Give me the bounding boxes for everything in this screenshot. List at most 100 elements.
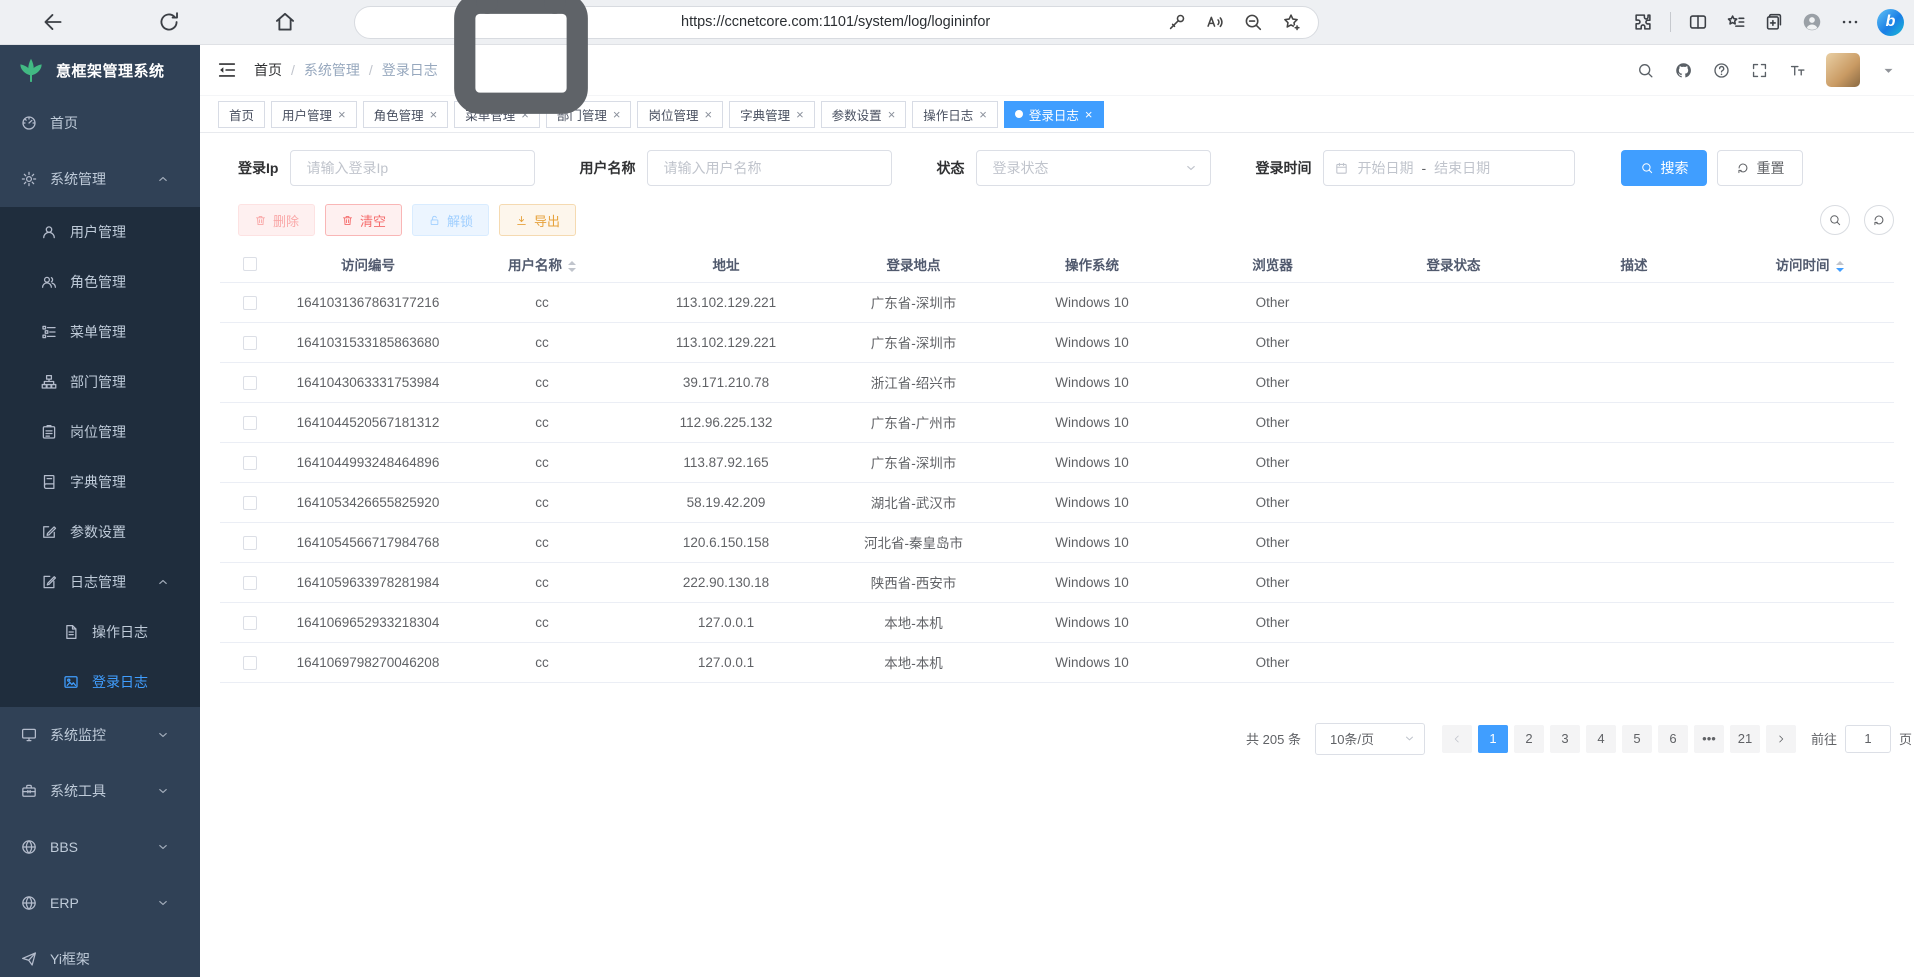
filter-select-状态[interactable]: 登录状态: [976, 150, 1211, 186]
table-row[interactable]: 1641044993248464896cc113.87.92.165广东省-深圳…: [220, 442, 1894, 482]
address-bar[interactable]: https://ccnetcore.com:1101/system/log/lo…: [354, 6, 1319, 39]
sidebar-item-日志管理[interactable]: 日志管理: [0, 557, 200, 607]
more-icon[interactable]: [1839, 11, 1861, 33]
tab-close-icon[interactable]: ×: [796, 108, 804, 121]
add-favorite-icon[interactable]: [1280, 11, 1302, 33]
tab-参数设置[interactable]: 参数设置×: [821, 101, 907, 128]
清空-button[interactable]: 清空: [325, 204, 402, 236]
row-checkbox[interactable]: [243, 336, 257, 350]
sidebar-item-字典管理[interactable]: 字典管理: [0, 457, 200, 507]
search-button[interactable]: 搜索: [1621, 150, 1707, 186]
sidebar-item-岗位管理[interactable]: 岗位管理: [0, 407, 200, 457]
fullscreen-icon[interactable]: [1750, 61, 1769, 80]
tab-close-icon[interactable]: ×: [1085, 108, 1093, 121]
sidebar-item-菜单管理[interactable]: 菜单管理: [0, 307, 200, 357]
tab-close-icon[interactable]: ×: [704, 108, 712, 121]
row-checkbox[interactable]: [243, 376, 257, 390]
home-icon[interactable]: [272, 9, 298, 35]
font-size-icon[interactable]: [1788, 61, 1807, 80]
split-screen-icon[interactable]: [1687, 11, 1709, 33]
row-checkbox[interactable]: [243, 656, 257, 670]
sidebar-item-参数设置[interactable]: 参数设置: [0, 507, 200, 557]
row-checkbox[interactable]: [243, 416, 257, 430]
next-page-button[interactable]: [1766, 725, 1796, 753]
key-icon[interactable]: [1166, 11, 1188, 33]
breadcrumb-item[interactable]: 首页: [254, 60, 282, 80]
table-row[interactable]: 1641031367863177216cc113.102.129.221广东省-…: [220, 282, 1894, 322]
copilot-icon[interactable]: b: [1877, 9, 1904, 36]
sidebar-item-ERP[interactable]: ERP: [0, 875, 200, 931]
row-checkbox[interactable]: [243, 616, 257, 630]
sidebar-item-登录日志[interactable]: 登录日志: [0, 657, 200, 707]
tab-close-icon[interactable]: ×: [888, 108, 896, 121]
table-row[interactable]: 1641069652933218304cc127.0.0.1本地-本机Windo…: [220, 602, 1894, 642]
sidebar-item-系统监控[interactable]: 系统监控: [0, 707, 200, 763]
app-logo[interactable]: 意框架管理系统: [0, 45, 200, 95]
tab-操作日志[interactable]: 操作日志×: [912, 101, 998, 128]
table-row[interactable]: 1641031533185863680cc113.102.129.221广东省-…: [220, 322, 1894, 362]
favorites-icon[interactable]: [1725, 11, 1747, 33]
sidebar-item-部门管理[interactable]: 部门管理: [0, 357, 200, 407]
row-checkbox[interactable]: [243, 536, 257, 550]
tab-字典管理[interactable]: 字典管理×: [729, 101, 815, 128]
sidebar-item-系统管理[interactable]: 系统管理: [0, 151, 200, 207]
select-all-checkbox[interactable]: [243, 257, 257, 271]
tab-close-icon[interactable]: ×: [979, 108, 987, 121]
site-permissions-icon[interactable]: [371, 0, 671, 172]
filter-daterange[interactable]: 开始日期-结束日期: [1323, 150, 1575, 186]
row-checkbox[interactable]: [243, 456, 257, 470]
reset-button[interactable]: 重置: [1717, 150, 1803, 186]
tab-登录日志[interactable]: 登录日志×: [1004, 101, 1104, 128]
sidebar-item-角色管理[interactable]: 角色管理: [0, 257, 200, 307]
row-checkbox[interactable]: [243, 496, 257, 510]
table-row[interactable]: 1641059633978281984cc222.90.130.18陕西省-西安…: [220, 562, 1894, 602]
user-avatar[interactable]: [1826, 53, 1860, 87]
page-button-21[interactable]: 21: [1730, 725, 1760, 753]
refresh-toggle-button[interactable]: [1864, 205, 1894, 235]
table-row[interactable]: 1641043063331753984cc39.171.210.78浙江省-绍兴…: [220, 362, 1894, 402]
sidebar-item-用户管理[interactable]: 用户管理: [0, 207, 200, 257]
sort-control[interactable]: [1836, 261, 1844, 272]
back-icon[interactable]: [40, 9, 66, 35]
page-button-2[interactable]: 2: [1514, 725, 1544, 753]
search-toggle-button[interactable]: [1820, 205, 1850, 235]
profile-icon[interactable]: [1801, 11, 1823, 33]
tab-用户管理[interactable]: 用户管理×: [271, 101, 357, 128]
page-button-5[interactable]: 5: [1622, 725, 1652, 753]
table-row[interactable]: 1641069798270046208cc127.0.0.1本地-本机Windo…: [220, 642, 1894, 682]
column-header-访问时间[interactable]: 访问时间: [1725, 246, 1894, 282]
row-checkbox[interactable]: [243, 296, 257, 310]
reload-icon[interactable]: [156, 9, 182, 35]
导出-button[interactable]: 导出: [499, 204, 576, 236]
sidebar-item-Yi框架[interactable]: Yi框架: [0, 931, 200, 977]
collections-icon[interactable]: [1763, 11, 1785, 33]
zoom-out-icon[interactable]: [1242, 11, 1264, 33]
column-header-用户名称[interactable]: 用户名称: [456, 246, 628, 282]
prev-page-button[interactable]: [1442, 725, 1472, 753]
github-icon[interactable]: [1674, 61, 1693, 80]
filter-input-用户名称[interactable]: [648, 151, 891, 185]
page-button-6[interactable]: 6: [1658, 725, 1688, 753]
sidebar-item-BBS[interactable]: BBS: [0, 819, 200, 875]
page-button-3[interactable]: 3: [1550, 725, 1580, 753]
help-icon[interactable]: [1712, 61, 1731, 80]
table-row[interactable]: 1641053426655825920cc58.19.42.209湖北省-武汉市…: [220, 482, 1894, 522]
table-row[interactable]: 1641044520567181312cc112.96.225.132广东省-广…: [220, 402, 1894, 442]
fold-icon[interactable]: [216, 59, 238, 81]
page-button-•••[interactable]: •••: [1694, 725, 1724, 753]
sidebar-collapse-icon[interactable]: [216, 59, 238, 81]
sidebar-item-系统工具[interactable]: 系统工具: [0, 763, 200, 819]
page-button-1[interactable]: 1: [1478, 725, 1508, 753]
url-text[interactable]: https://ccnetcore.com:1101/system/log/lo…: [681, 14, 1166, 30]
解锁-button[interactable]: 解锁: [412, 204, 489, 236]
page-button-4[interactable]: 4: [1586, 725, 1616, 753]
tab-close-icon[interactable]: ×: [338, 108, 346, 121]
search-icon[interactable]: [1636, 61, 1655, 80]
lock-icon[interactable]: [371, 0, 671, 172]
tab-首页[interactable]: 首页: [218, 101, 265, 128]
sidebar-item-首页[interactable]: 首页: [0, 95, 200, 151]
extensions-icon[interactable]: [1632, 11, 1654, 33]
sidebar-item-操作日志[interactable]: 操作日志: [0, 607, 200, 657]
删除-button[interactable]: 删除: [238, 204, 315, 236]
avatar-caret-down-icon[interactable]: [1879, 61, 1898, 80]
